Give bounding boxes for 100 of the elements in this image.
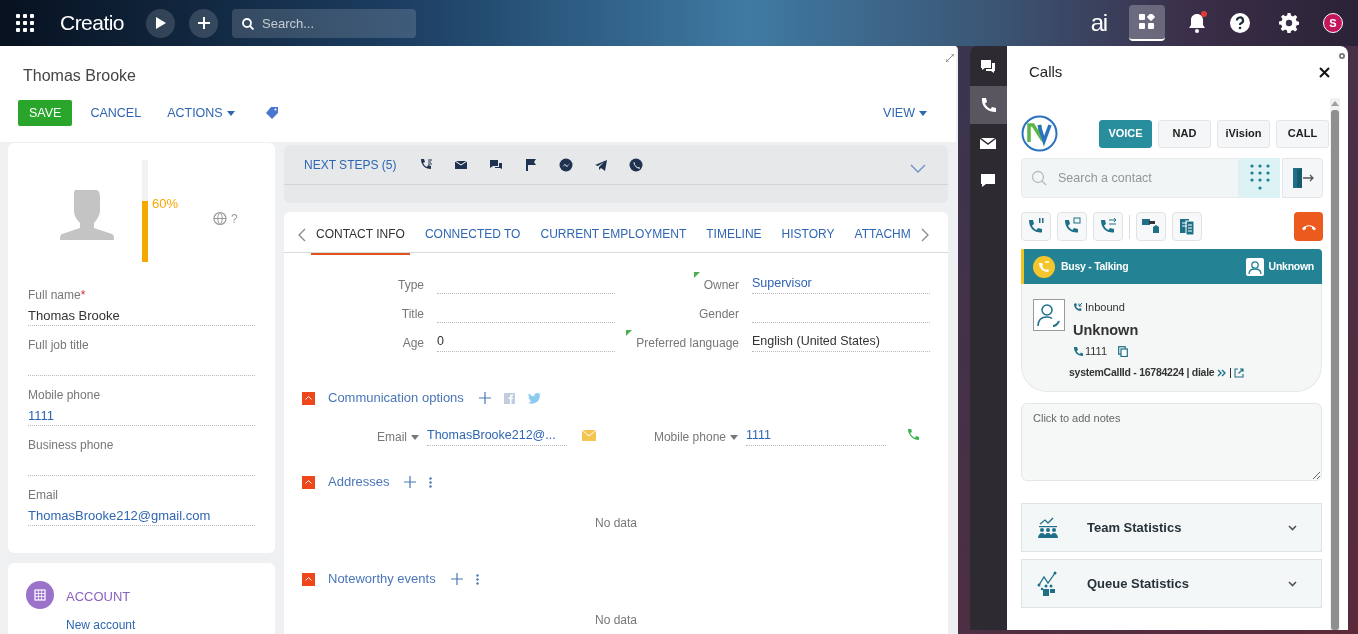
timezone-unknown: ? <box>231 211 238 226</box>
chat-icon[interactable] <box>489 157 503 172</box>
caret-icon <box>411 435 419 441</box>
run-process-button[interactable] <box>146 8 176 38</box>
busy-phone-icon <box>1033 255 1055 278</box>
field-label: Gender <box>698 307 739 321</box>
side-tab[interactable] <box>970 86 1007 124</box>
app-grid-icon[interactable] <box>16 14 34 32</box>
user-avatar[interactable]: S <box>1323 13 1343 33</box>
next-steps-label[interactable]: NEXT STEPS (5) <box>304 155 419 174</box>
collapse-toggle[interactable] <box>302 475 315 489</box>
input-field[interactable]: English (United States) <box>752 329 930 352</box>
message-icon <box>980 173 997 189</box>
section-title[interactable]: Noteworthy events <box>328 569 436 589</box>
save-button[interactable]: SAVE <box>18 100 73 126</box>
input-field[interactable]: 0 <box>437 329 615 352</box>
view-button[interactable]: VIEW <box>883 103 927 123</box>
phone-icon <box>1073 346 1083 357</box>
logout-button[interactable] <box>1282 158 1323 198</box>
mail-icon <box>980 135 997 151</box>
whatsapp-icon[interactable] <box>629 157 643 172</box>
contact-search-field[interactable]: Search a contact <box>1021 158 1239 198</box>
empty-state-text: No data <box>595 612 637 629</box>
field-link[interactable]: ThomasBrooke212@gmail.com <box>28 506 255 526</box>
apps-button[interactable] <box>1129 5 1165 41</box>
scroll-right-icon[interactable] <box>920 228 929 242</box>
tab[interactable]: TIMELINE <box>701 215 767 255</box>
ai-button[interactable]: ai <box>1090 5 1107 41</box>
more-icon[interactable] <box>475 573 479 585</box>
double-chevron-icon[interactable] <box>1217 368 1228 377</box>
tab[interactable]: CONNECTED TO <box>419 215 526 255</box>
section-title[interactable]: Communication options <box>328 388 464 408</box>
chevron-down-icon[interactable] <box>910 164 926 173</box>
field-label: Business phone <box>28 438 114 452</box>
conference-button[interactable] <box>1136 212 1166 241</box>
keypad-call-button[interactable] <box>1057 212 1087 241</box>
collapse-toggle[interactable] <box>302 391 315 405</box>
hang-up-button[interactable] <box>1294 212 1323 241</box>
tab[interactable]: CURRENT EMPLOYMENT <box>535 215 692 255</box>
channel-tab[interactable]: NAD <box>1158 119 1211 148</box>
field-link[interactable]: ThomasBrooke212@... <box>427 426 567 446</box>
account-title: ACCOUNT <box>66 587 132 606</box>
external-link-icon[interactable] <box>1234 367 1245 378</box>
required-corner-mark <box>693 272 700 278</box>
field-type-dropdown[interactable]: Mobile phone <box>653 430 738 444</box>
hang-up-icon <box>1300 222 1317 231</box>
scroll-thumb[interactable] <box>1331 110 1339 630</box>
new-account-link[interactable]: New account <box>66 616 136 634</box>
collapse-toggle[interactable] <box>302 572 315 586</box>
dialpad-icon <box>1249 164 1270 192</box>
tag-icon[interactable] <box>264 107 279 119</box>
panel-title: Calls <box>1029 61 1063 82</box>
field-label: Age <box>402 336 424 350</box>
telegram-icon[interactable] <box>594 157 608 172</box>
channel-tab[interactable]: VOICE <box>1099 119 1152 148</box>
input-field[interactable]: Thomas Brooke <box>28 306 255 326</box>
hold-call-button[interactable] <box>1021 212 1051 241</box>
notes-field[interactable]: Click to add notes <box>1021 403 1322 481</box>
plus-icon[interactable] <box>450 573 463 585</box>
bell-icon <box>1188 13 1206 33</box>
tab[interactable]: HISTORY <box>776 215 840 255</box>
expand-icon[interactable] <box>946 54 954 62</box>
messenger-icon[interactable] <box>559 157 573 172</box>
call-direction: Inbound <box>1085 300 1125 315</box>
field-link[interactable]: 1111 <box>746 426 886 446</box>
scroll-left-icon[interactable] <box>298 228 306 242</box>
tab[interactable]: ATTACHM <box>849 215 916 255</box>
field-link[interactable]: Supervisor <box>752 271 930 294</box>
channel-tab[interactable]: iVision <box>1217 119 1270 148</box>
field-label: Full name <box>28 288 81 302</box>
notes-button[interactable] <box>1172 212 1202 241</box>
chat-icon <box>980 59 997 75</box>
close-icon[interactable] <box>1319 66 1330 78</box>
plus-icon <box>197 17 210 29</box>
phone-call-icon[interactable] <box>419 157 433 172</box>
statistics-panel[interactable]: Queue Statistics <box>1021 559 1322 608</box>
channel-tab[interactable]: CALL <box>1276 119 1329 148</box>
plus-icon[interactable] <box>478 392 491 404</box>
field-type-dropdown[interactable]: Email <box>377 430 419 444</box>
field-link[interactable]: 1111 <box>28 406 255 426</box>
transfer-call-button[interactable] <box>1093 212 1123 241</box>
nv-logo-icon <box>1021 115 1058 152</box>
caret-icon <box>730 435 738 441</box>
plus-icon[interactable] <box>404 476 417 488</box>
add-button[interactable] <box>189 8 219 38</box>
phone-icon[interactable] <box>906 428 920 442</box>
field-label: Mobile phone <box>28 388 101 402</box>
flag-icon[interactable] <box>524 157 538 172</box>
apps-icon <box>1139 14 1155 30</box>
statistics-panel[interactable]: Team Statistics <box>1021 503 1322 552</box>
more-icon[interactable] <box>429 476 433 488</box>
section-title[interactable]: Addresses <box>328 472 390 492</box>
caller-name: Unknown <box>1073 320 1140 340</box>
help-icon[interactable] <box>1230 13 1250 33</box>
cancel-button[interactable]: CANCEL <box>90 103 142 123</box>
copy-icon[interactable] <box>1118 346 1129 357</box>
dialpad-button[interactable] <box>1239 158 1280 198</box>
call-info: systemCallId - 16784224 | diale <box>1069 364 1215 380</box>
actions-button[interactable]: ACTIONS <box>167 103 235 123</box>
tab[interactable]: CONTACT INFO <box>311 215 410 255</box>
